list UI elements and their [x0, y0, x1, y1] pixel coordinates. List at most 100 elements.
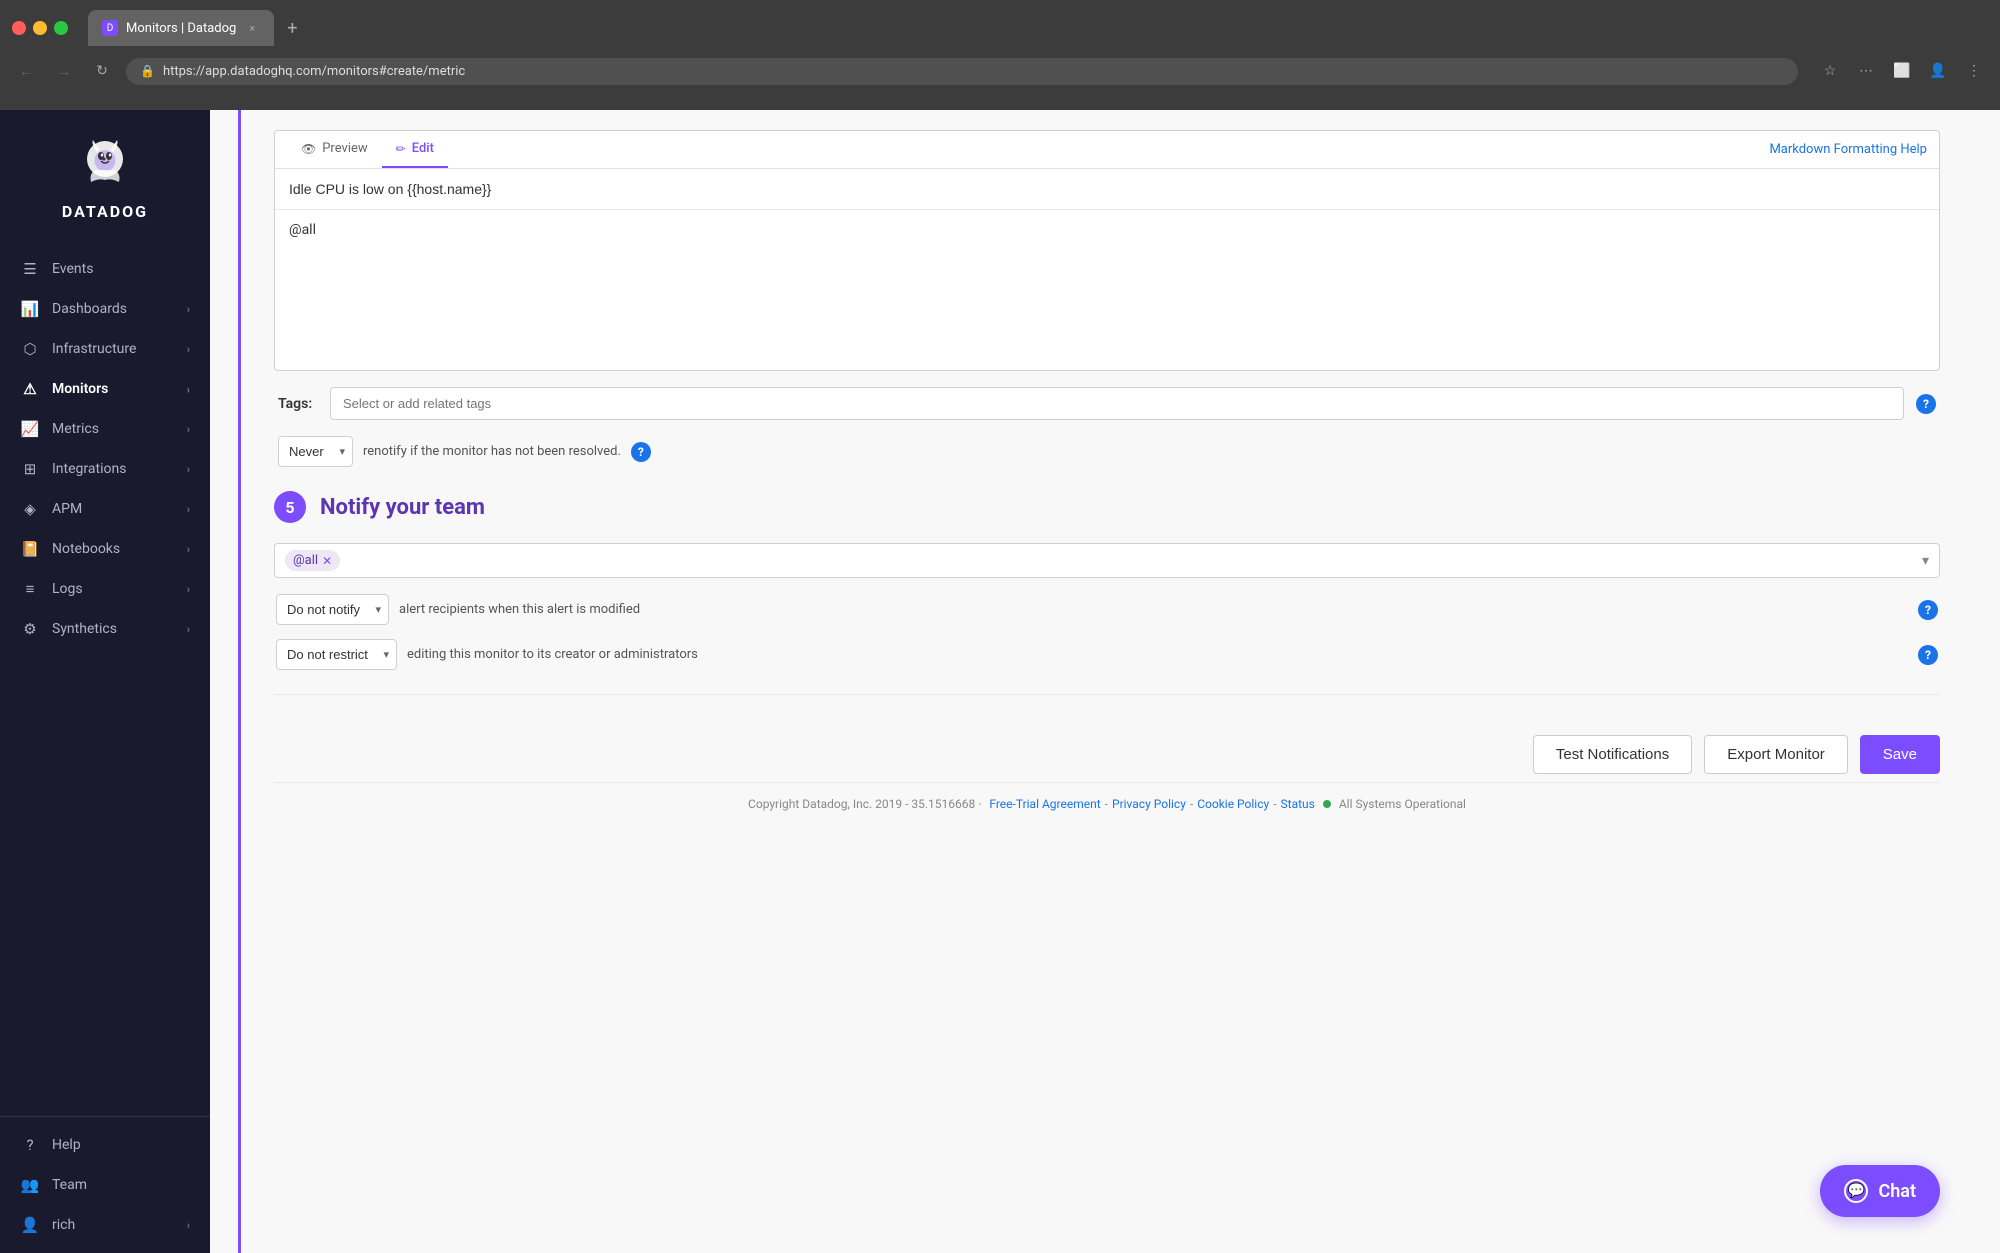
renotify-row: Never renotify if the monitor has not be… — [274, 436, 1940, 467]
menu-button[interactable]: ⋮ — [1960, 57, 1988, 85]
sidebar-item-logs[interactable]: ≡ Logs › — [0, 569, 210, 609]
tags-input[interactable] — [330, 387, 1904, 420]
main-scroll[interactable]: 👁 Preview ✏ Edit Markdown Formatting Hel… — [210, 110, 2000, 1253]
tab-edit-label: Edit — [412, 141, 434, 156]
sidebar-item-label-apm: APM — [52, 501, 82, 517]
notebooks-icon: 📔 — [20, 539, 40, 559]
footer-dot3: - — [1273, 797, 1276, 811]
message-editor: 👁 Preview ✏ Edit Markdown Formatting Hel… — [274, 130, 1940, 371]
sidebar-item-label-logs: Logs — [52, 581, 83, 597]
minimize-window-button[interactable] — [33, 21, 47, 35]
app-container: DATADOG ☰ Events 📊 Dashboards › ⬡ Infras… — [0, 110, 2000, 1253]
status-dot-icon — [1323, 800, 1331, 808]
datadog-logo-icon — [75, 134, 135, 194]
sidebar-item-team[interactable]: 👥 Team — [0, 1165, 210, 1205]
sidebar-item-label-user: rich — [52, 1217, 75, 1233]
browser-actions: ☆ ⋯ ⬜ 👤 ⋮ — [1816, 57, 1988, 85]
refresh-button[interactable]: ↻ — [88, 57, 116, 85]
message-title-input[interactable] — [275, 169, 1939, 210]
renotify-text: renotify if the monitor has not been res… — [363, 444, 621, 459]
chevron-icon: › — [187, 543, 190, 556]
sidebar-item-help[interactable]: ? Help — [0, 1125, 210, 1165]
tab-preview[interactable]: 👁 Preview — [287, 131, 382, 168]
monitors-icon: ⚠ — [20, 379, 40, 399]
at-all-chip-close[interactable]: ✕ — [322, 554, 332, 568]
new-tab-button[interactable]: + — [278, 14, 306, 42]
export-monitor-button[interactable]: Export Monitor — [1704, 735, 1848, 774]
sidebar-item-events[interactable]: ☰ Events — [0, 249, 210, 289]
footer-privacy-link[interactable]: Privacy Policy — [1112, 797, 1186, 811]
do-not-notify-select[interactable]: Do not notify — [276, 594, 389, 625]
renotify-select-wrapper: Never — [278, 436, 353, 467]
test-notifications-button[interactable]: Test Notifications — [1533, 735, 1692, 774]
sidebar-bottom: ? Help 👥 Team 👤 rich › — [0, 1116, 210, 1253]
do-not-notify-row: Do not notify alert recipients when this… — [274, 594, 1940, 625]
sidebar-item-notebooks[interactable]: 📔 Notebooks › — [0, 529, 210, 569]
do-not-restrict-select[interactable]: Do not restrict — [276, 639, 397, 670]
active-tab[interactable]: D Monitors | Datadog × — [88, 10, 274, 46]
save-button[interactable]: Save — [1860, 735, 1940, 774]
sidebar-item-user[interactable]: 👤 rich › — [0, 1205, 210, 1245]
sidebar-item-monitors[interactable]: ⚠ Monitors › — [0, 369, 210, 409]
dashboards-icon: 📊 — [20, 299, 40, 319]
sidebar-item-integrations[interactable]: ⊞ Integrations › — [0, 449, 210, 489]
forward-button[interactable]: → — [50, 57, 78, 85]
tab-preview-label: Preview — [322, 141, 367, 156]
close-window-button[interactable] — [12, 21, 26, 35]
page-footer: Copyright Datadog, Inc. 2019 - 35.151666… — [274, 782, 1940, 825]
sidebar-item-label-monitors: Monitors — [52, 381, 108, 397]
chat-label: Chat — [1878, 1181, 1916, 1202]
chevron-icon: › — [187, 303, 190, 316]
notify-chevron-icon: ▾ — [1922, 553, 1929, 569]
sidebar-item-label-team: Team — [52, 1177, 87, 1193]
footer-cookie-link[interactable]: Cookie Policy — [1197, 797, 1269, 811]
sidebar-item-metrics[interactable]: 📈 Metrics › — [0, 409, 210, 449]
url-bar[interactable]: 🔒 https://app.datadoghq.com/monitors#cre… — [126, 58, 1798, 85]
bookmark-button[interactable]: ☆ — [1816, 57, 1844, 85]
footer-status-link[interactable]: Status — [1281, 797, 1315, 811]
logs-icon: ≡ — [20, 579, 40, 599]
chevron-icon: › — [187, 383, 190, 396]
extensions-button[interactable]: ⋯ — [1852, 57, 1880, 85]
profile-button[interactable]: 👤 — [1924, 57, 1952, 85]
sidebar-item-synthetics[interactable]: ⚙ Synthetics › — [0, 609, 210, 649]
renotify-select[interactable]: Never — [278, 436, 353, 467]
tab-close-button[interactable]: × — [244, 20, 260, 36]
step5-badge: 5 — [274, 491, 306, 523]
footer-dot2: - — [1190, 797, 1193, 811]
browser-chrome: D Monitors | Datadog × + ← → ↻ 🔒 https:/… — [0, 0, 2000, 110]
sidebar-item-label-help: Help — [52, 1137, 81, 1153]
sidebar-item-infrastructure[interactable]: ⬡ Infrastructure › — [0, 329, 210, 369]
help-icon: ? — [20, 1135, 40, 1155]
chevron-icon: › — [187, 343, 190, 356]
sidebar-item-label-events: Events — [52, 261, 93, 277]
do-not-restrict-help-icon[interactable]: ? — [1918, 645, 1938, 665]
pencil-icon: ✏ — [396, 142, 406, 156]
do-not-restrict-row: Do not restrict editing this monitor to … — [274, 639, 1940, 670]
back-button[interactable]: ← — [12, 57, 40, 85]
step5-title: Notify your team — [320, 495, 485, 520]
tab-label: Monitors | Datadog — [126, 21, 236, 36]
maximize-window-button[interactable] — [54, 21, 68, 35]
message-body-editor[interactable]: @all — [275, 210, 1939, 370]
tab-edit[interactable]: ✏ Edit — [382, 131, 448, 168]
renotify-help-icon[interactable]: ? — [631, 442, 651, 462]
footer-free-trial-link[interactable]: Free-Trial Agreement — [989, 797, 1100, 811]
traffic-lights — [12, 21, 68, 35]
chat-bubble-icon: 💬 — [1844, 1179, 1868, 1203]
sidebar-item-dashboards[interactable]: 📊 Dashboards › — [0, 289, 210, 329]
sidebar-item-label-dashboards: Dashboards — [52, 301, 127, 317]
chevron-icon: › — [187, 503, 190, 516]
footer-copyright: Copyright Datadog, Inc. 2019 - 35.151666… — [748, 797, 981, 811]
do-not-notify-help-icon[interactable]: ? — [1918, 600, 1938, 620]
sidebar-item-apm[interactable]: ◈ APM › — [0, 489, 210, 529]
do-not-restrict-text: editing this monitor to its creator or a… — [407, 647, 698, 662]
chat-button[interactable]: 💬 Chat — [1820, 1165, 1940, 1217]
notify-input-container[interactable]: @all ✕ ▾ — [274, 543, 1940, 578]
markdown-help-link[interactable]: Markdown Formatting Help — [1769, 142, 1927, 157]
tags-label: Tags: — [278, 396, 318, 412]
section-divider — [274, 694, 1940, 695]
cast-button[interactable]: ⬜ — [1888, 57, 1916, 85]
tab-bar: D Monitors | Datadog × + — [0, 0, 2000, 48]
tags-help-icon[interactable]: ? — [1916, 394, 1936, 414]
